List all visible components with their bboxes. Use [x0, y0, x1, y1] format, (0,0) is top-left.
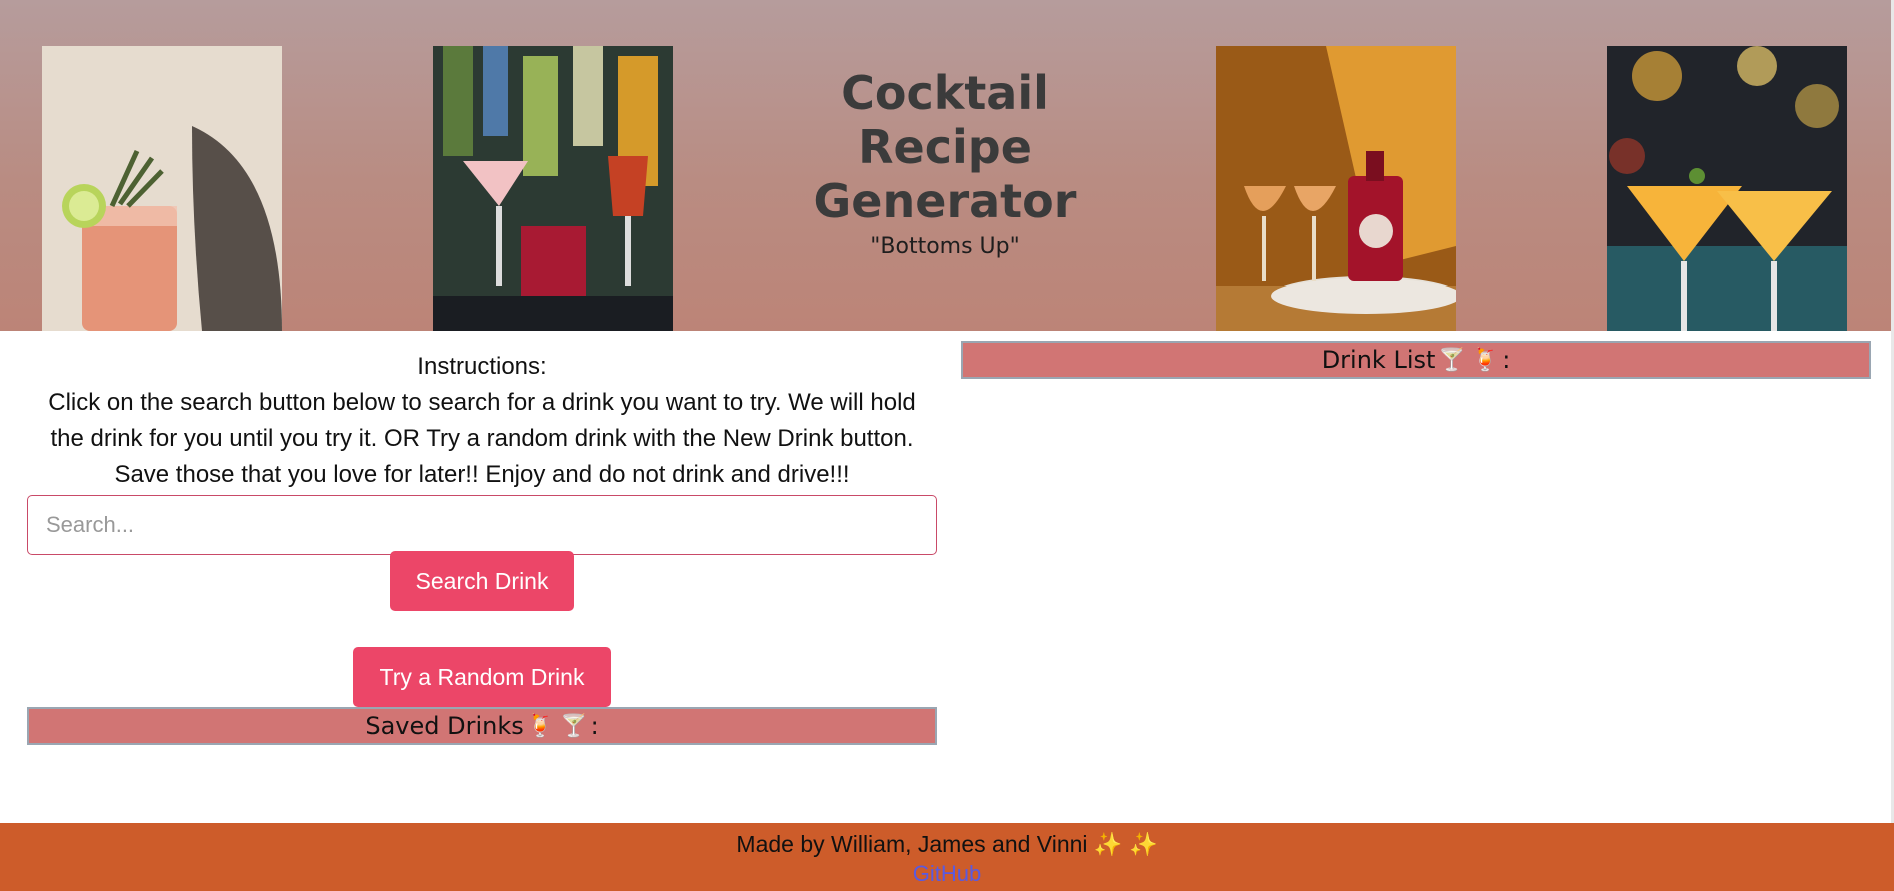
random-drink-button[interactable]: Try a Random Drink [353, 647, 611, 707]
page-title-line-2: Recipe [858, 120, 1032, 174]
cocktail-photo-bar [433, 46, 673, 331]
saved-drinks-bar: Saved Drinks 🍹 🍸 : [27, 707, 937, 745]
sparkles-icon: ✨ [1128, 831, 1158, 857]
instructions-heading: Instructions: [417, 353, 547, 380]
search-drink-button[interactable]: Search Drink [390, 551, 574, 611]
instructions-line: Click on the search button below to sear… [48, 389, 916, 416]
title-block: Cocktail Recipe Generator "Bottoms Up" [745, 66, 1145, 259]
cocktail-photo-rosemary [42, 46, 282, 331]
instructions-line: the drink for you until you try it. OR T… [50, 425, 914, 452]
left-panel: Instructions: Click on the search button… [27, 331, 937, 707]
tropical-drink-icon: 🍹 [526, 713, 555, 739]
drink-list-label: Drink List [1321, 346, 1436, 374]
saved-drinks-suffix: : [590, 712, 599, 740]
cocktail-photo-martini [1607, 46, 1847, 331]
github-link[interactable]: GitHub [0, 860, 1894, 888]
drink-list-bar: Drink List 🍸 🍹 : [961, 341, 1871, 379]
cocktail-icon: 🍸 [1438, 347, 1466, 373]
search-input[interactable]: Search... [27, 495, 937, 555]
saved-drinks-label: Saved Drinks [365, 712, 524, 740]
cocktail-icon: 🍸 [560, 713, 588, 739]
page-title-line-3: Generator [813, 174, 1077, 228]
header-banner: Cocktail Recipe Generator "Bottoms Up" [0, 0, 1894, 331]
footer-credit-text: Made by William, James and Vinni [736, 831, 1088, 857]
search-placeholder: Search... [46, 512, 135, 537]
instructions-line: Save those that you love for later!! Enj… [114, 461, 850, 488]
footer-credit: Made by William, James and Vinni ✨ ✨ [0, 828, 1894, 860]
drink-list-suffix: : [1502, 346, 1511, 374]
tropical-drink-icon: 🍹 [1471, 347, 1500, 373]
sparkles-icon: ✨ [1093, 831, 1123, 857]
footer: Made by William, James and Vinni ✨ ✨ Git… [0, 823, 1894, 891]
instructions: Instructions: Click on the search button… [27, 349, 937, 493]
page-subtitle: "Bottoms Up" [870, 234, 1020, 259]
page-title-line-1: Cocktail [841, 66, 1049, 120]
cocktail-photo-bottle [1216, 46, 1456, 331]
